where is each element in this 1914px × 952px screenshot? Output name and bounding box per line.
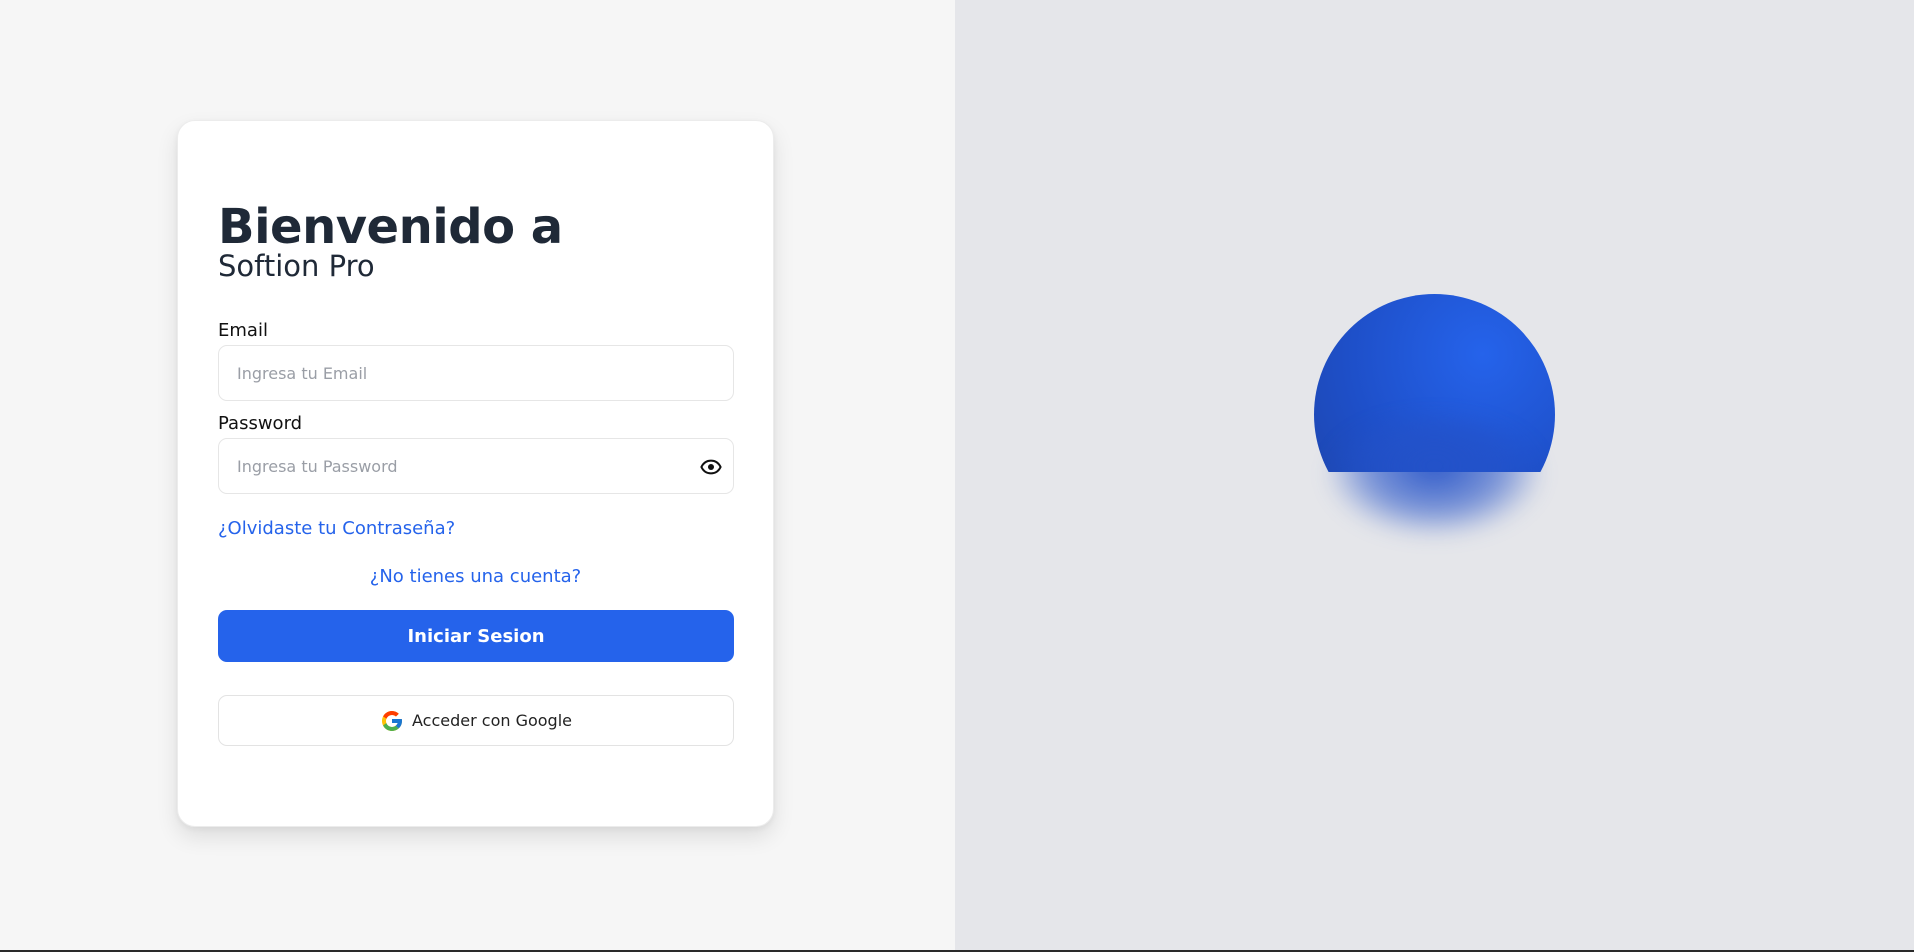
- signup-link[interactable]: ¿No tienes una cuenta?: [178, 566, 773, 587]
- password-field-wrapper: [218, 438, 734, 494]
- login-pane: Bienvenido a Softion Pro Email Password …: [0, 0, 955, 952]
- login-button[interactable]: Iniciar Sesion: [218, 610, 734, 662]
- email-label: Email: [218, 320, 268, 341]
- google-button-label: Acceder con Google: [412, 711, 572, 730]
- page-subtitle: Softion Pro: [218, 249, 375, 283]
- email-field[interactable]: [237, 363, 715, 383]
- google-logo-icon: [380, 709, 404, 733]
- login-card: Bienvenido a Softion Pro Email Password …: [177, 120, 774, 827]
- forgot-password-link[interactable]: ¿Olvidaste tu Contraseña?: [218, 518, 455, 539]
- page-title: Bienvenido a: [218, 199, 563, 255]
- illustration-pane: [955, 0, 1914, 952]
- google-login-button[interactable]: Acceder con Google: [218, 695, 734, 746]
- horizon-plane: [955, 472, 1914, 952]
- email-field-wrapper: [218, 345, 734, 401]
- sphere-reflection: [1329, 420, 1540, 535]
- eye-icon[interactable]: [697, 453, 725, 481]
- password-field[interactable]: [237, 456, 715, 476]
- password-label: Password: [218, 413, 303, 434]
